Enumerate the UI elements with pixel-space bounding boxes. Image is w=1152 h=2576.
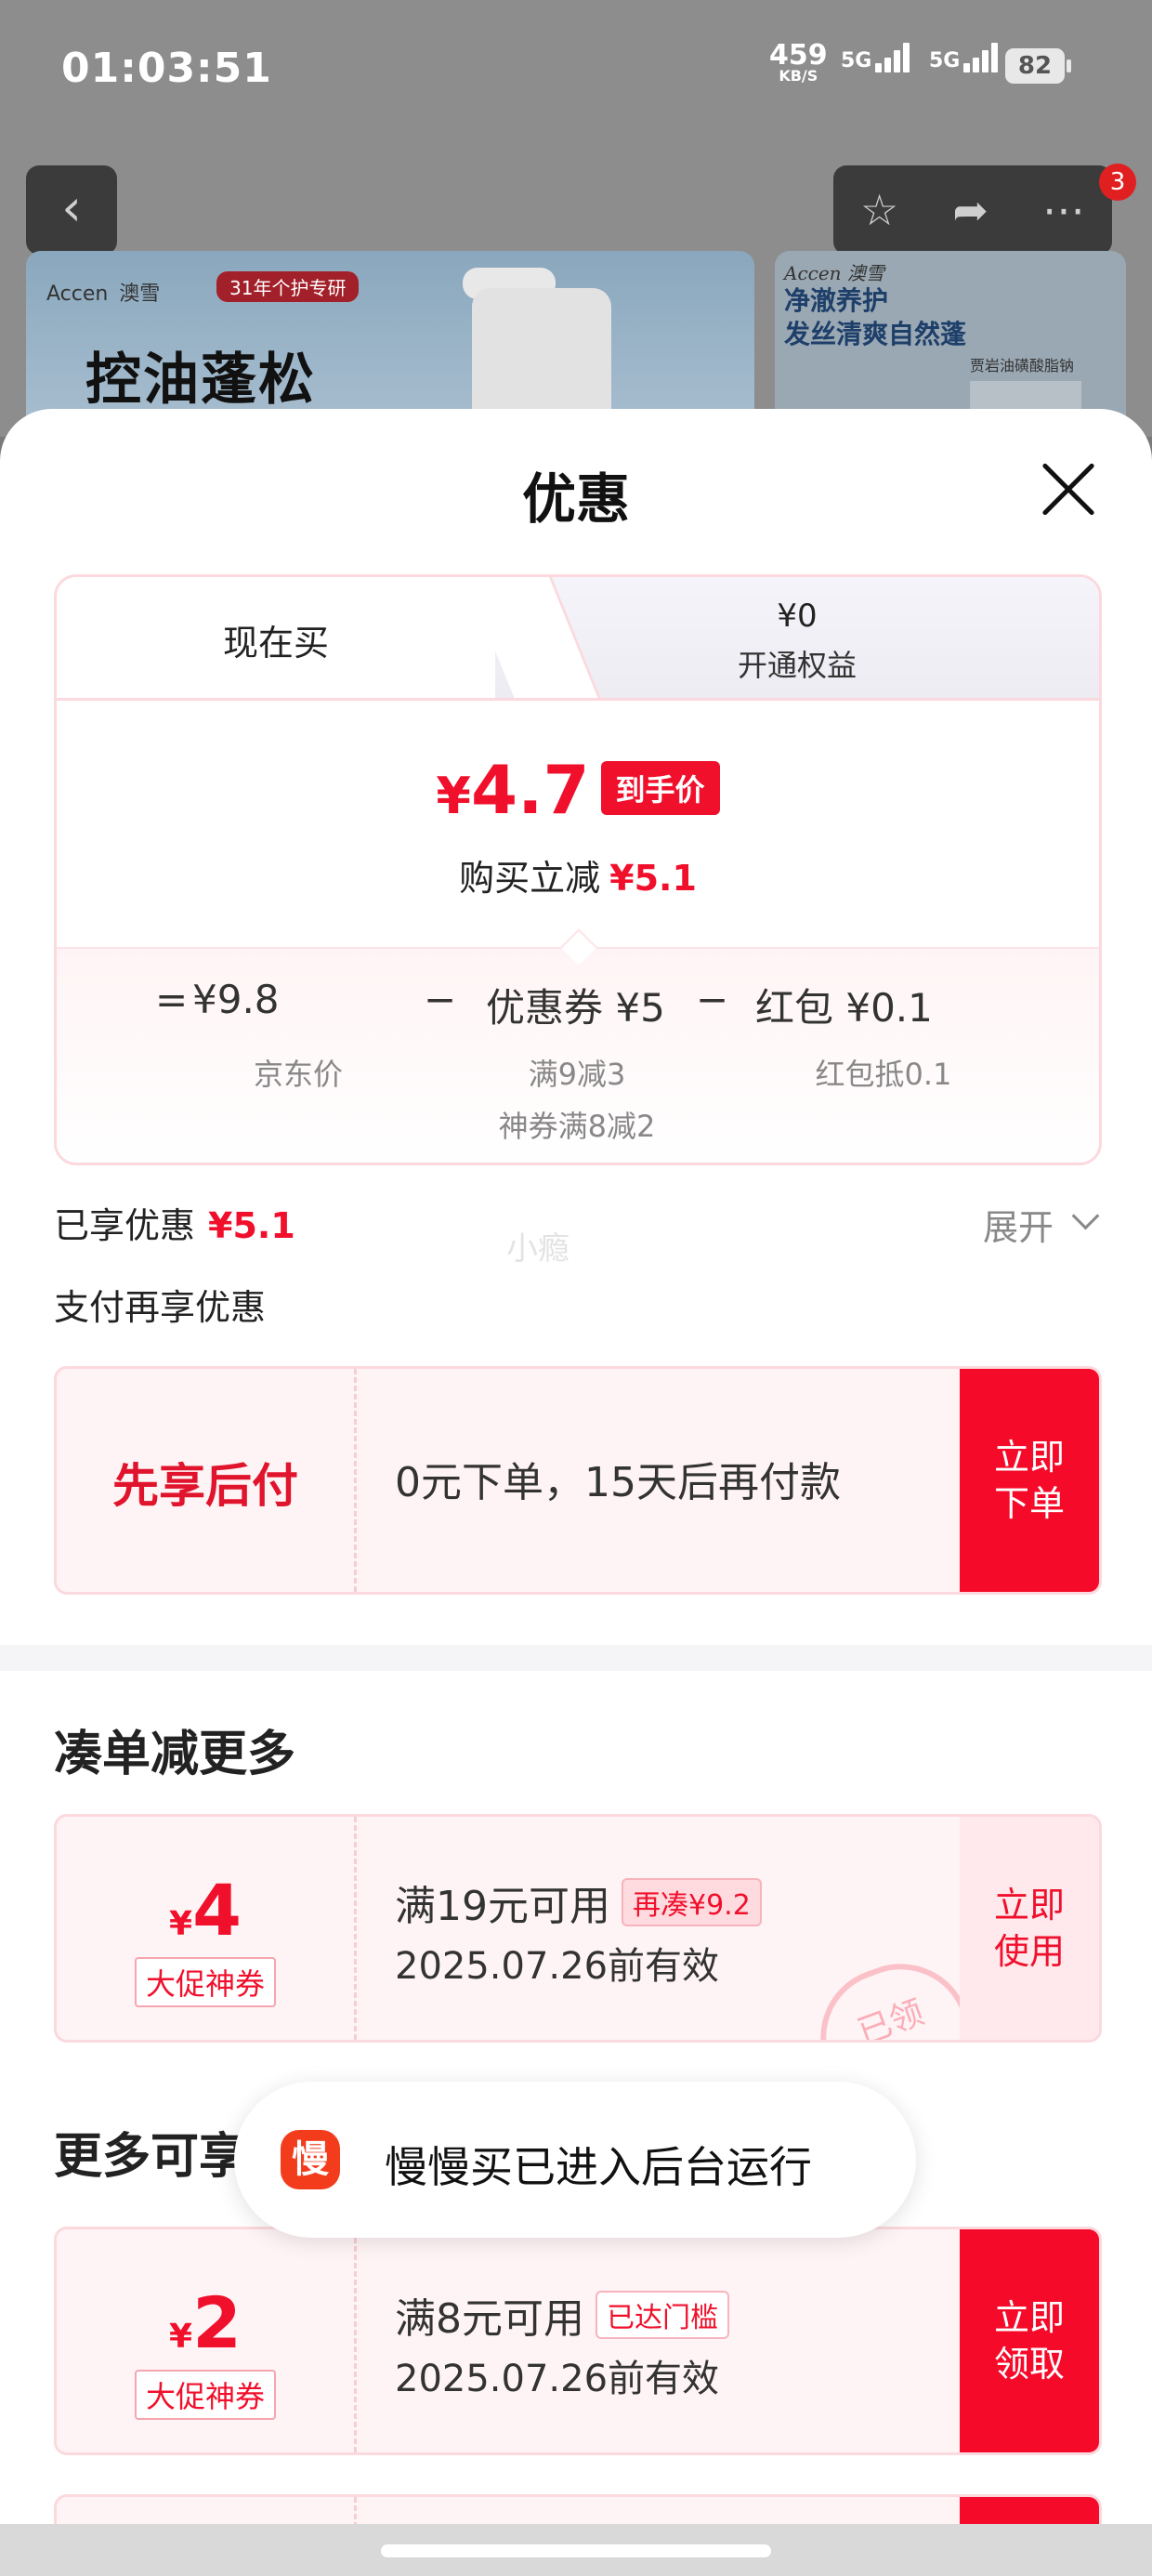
share-icon[interactable]: ➦: [952, 185, 988, 235]
coupon-tag: 大促神券: [134, 1957, 276, 2007]
coupon-amount: 优惠券 ¥5: [486, 985, 665, 1031]
coupon-threshold-pill: 已达门槛: [596, 2291, 729, 2339]
chevron-down-icon[interactable]: [1071, 1202, 1100, 1230]
price-breakdown: = ¥9.8 − 优惠券 ¥5 − 红包 ¥0.1 京东价 满9减3 神券满8减…: [57, 928, 1099, 1163]
status-bar: 01:03:51 459 KB/S 5G 5G 82: [0, 0, 1152, 139]
notification-badge: 3: [1099, 164, 1136, 201]
banner-headline: 控油蓬松: [85, 348, 316, 413]
coupon-left: ¥4 大促神券: [57, 1817, 357, 2040]
jd-price-label: 京东价: [253, 1057, 343, 1092]
instant-reduce: 购买立减 ¥5.1: [459, 858, 697, 899]
back-button[interactable]: ‹: [26, 165, 117, 255]
coupon-valid-date: 2025.07.26前有效: [395, 1945, 720, 1988]
coupon-valid-date: 2025.07.26前有效: [395, 2358, 720, 2400]
coupon-info: 满8元可用 已达门槛 2025.07.26前有效: [358, 2229, 924, 2452]
coupon-condition: 满19元可用 再凑¥9.2: [395, 1873, 762, 1932]
order-now-button[interactable]: 立即下单: [960, 1369, 1099, 1592]
coupon-sub-2: 神券满8减2: [498, 1109, 656, 1144]
coupon-left: ¥2 大促神券: [57, 2229, 357, 2452]
paylater-info: 0元下单，15天后再付款: [358, 1369, 924, 1592]
coupon-condition: 满8元可用 已达门槛: [395, 2285, 729, 2345]
net-speed: 459 KB/S: [769, 39, 828, 85]
tab-buy-now-label: 现在买: [222, 623, 329, 664]
equals-sign: =: [155, 977, 189, 1022]
paylater-card: 先享后付 0元下单，15天后再付款 立即下单: [54, 1366, 1102, 1595]
redpack-amount: 红包 ¥0.1: [755, 985, 933, 1031]
side-brand: Accen 澳雪: [784, 262, 884, 284]
battery-icon: 82: [1005, 48, 1071, 84]
top-actions: ☆ ➦ ⋯: [833, 165, 1112, 255]
signal-sim2-icon: 5G: [929, 43, 1001, 72]
coupon-card: ¥4 大促神券 满19元可用 再凑¥9.2 2025.07.26前有效 已领 立即…: [54, 1814, 1102, 2043]
favorite-star-icon[interactable]: ☆: [860, 185, 898, 235]
close-icon[interactable]: [1039, 459, 1098, 519]
notch: [560, 928, 597, 966]
jd-price: ¥9.8: [192, 977, 280, 1022]
coupon-amount: ¥2: [169, 2281, 242, 2364]
signal-sim1-icon: 5G: [841, 43, 912, 72]
more-icon[interactable]: ⋯: [1042, 185, 1085, 235]
pay-more-label: 支付再享优惠: [54, 1287, 267, 1328]
coupon-gap-pill: 再凑¥9.2: [622, 1878, 762, 1926]
final-price-badge: 到手价: [600, 761, 720, 815]
tab-membership-price: ¥0: [777, 598, 818, 635]
app-icon: 慢: [281, 2130, 340, 2189]
redpack-sub: 红包抵0.1: [815, 1057, 952, 1092]
final-price: ¥4.7 到手价: [57, 751, 1099, 829]
section-title-more: 凑单减更多: [54, 1727, 296, 1782]
watermark: 小瘾: [506, 1230, 569, 1268]
coupon-tag: 大促神券: [134, 2370, 276, 2420]
price-card: 现在买 ¥0 开通权益 ¥4.7 到手价 购买立减 ¥5.1 = ¥9.8 − 优惠…: [54, 574, 1102, 1165]
section-divider: [0, 1645, 1152, 1671]
toast-text: 慢慢买已进入后台运行: [385, 2142, 812, 2192]
use-now-button[interactable]: 立即使用: [960, 1817, 1099, 2040]
tab-membership-label: 开通权益: [737, 648, 857, 683]
claim-now-button[interactable]: 立即领取: [960, 2229, 1099, 2452]
expand-button[interactable]: 展开: [983, 1199, 1054, 1250]
coupon-sub-1: 满9减3: [528, 1057, 626, 1092]
coupon-card: ¥2 大促神券 满8元可用 已达门槛 2025.07.26前有效 立即领取: [54, 2227, 1102, 2455]
clock: 01:03:51: [61, 45, 272, 92]
section-title-more2: 更多可享: [54, 2129, 248, 2185]
brand-tag: 31年个护专研: [216, 271, 360, 302]
background-toast: 慢 慢慢买已进入后台运行: [234, 2082, 916, 2238]
paylater-title: 先享后付: [112, 1459, 298, 1513]
side-text: 净澈养护 发丝清爽自然蓬: [784, 285, 967, 349]
brand-logo: Accen 澳雪: [46, 283, 161, 306]
minus-sign: −: [424, 977, 457, 1022]
paylater-desc: 0元下单，15天后再付款: [395, 1459, 841, 1506]
minus-sign: −: [696, 977, 729, 1022]
coupon-amount: ¥4: [169, 1869, 242, 1952]
side-small-text: 贾岩油磺酸脂钠: [970, 357, 1075, 375]
home-indicator[interactable]: [381, 2544, 771, 2557]
coupon-card-partial: [54, 2494, 1102, 2528]
price-detail: ¥4.7 到手价 购买立减 ¥5.1 = ¥9.8 − 优惠券 ¥5 − 红包 ¥0…: [57, 698, 1099, 1163]
coupon-info: 满19元可用 再凑¥9.2 2025.07.26前有效 已领: [358, 1817, 994, 2040]
paylater-left: 先享后付: [57, 1369, 357, 1592]
sheet-title: 优惠: [521, 467, 630, 531]
enjoyed-discount: 已享优惠 ¥5.1: [54, 1205, 295, 1246]
